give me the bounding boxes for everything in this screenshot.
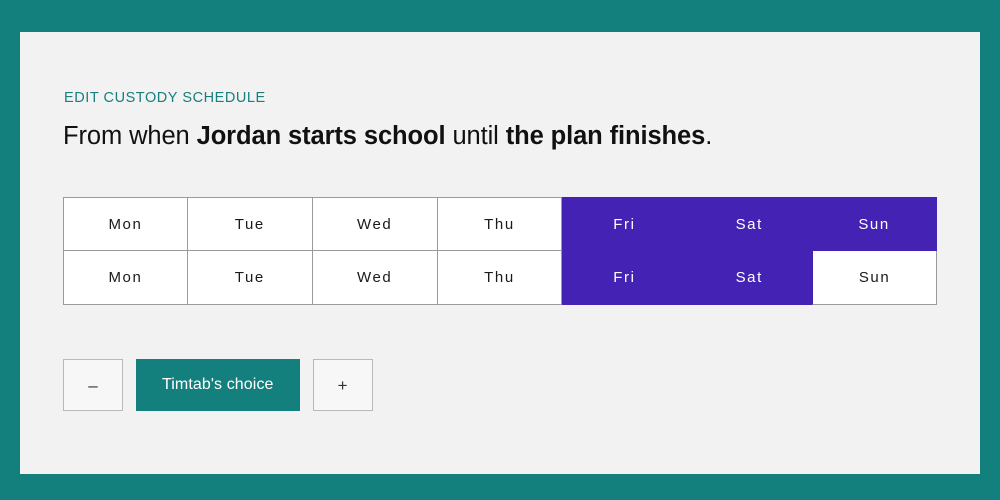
- custody-day-grid: Mon Tue Wed Thu Fri Sat Sun Mon Tue Wed Thu Fri Sat S…: [63, 197, 938, 305]
- headline-emphasis-end: the plan finishes: [505, 122, 706, 150]
- day-cell-fri[interactable]: Fri: [562, 251, 688, 305]
- day-grid-row: Mon Tue Wed Thu Fri Sat Sun: [63, 197, 938, 251]
- headline-text-2: until: [445, 122, 506, 150]
- day-cell-mon[interactable]: Mon: [63, 197, 188, 251]
- page-eyebrow-label: EDIT CUSTODY SCHEDULE: [64, 90, 266, 106]
- day-cell-sat[interactable]: Sat: [687, 251, 813, 305]
- headline-emphasis-start: Jordan starts school: [196, 122, 446, 150]
- app-root: EDIT CUSTODY SCHEDULE From when Jordan s…: [0, 0, 1000, 500]
- week-count-controls: – Timtab's choice +: [63, 359, 373, 411]
- page-title: From when Jordan starts school until the…: [63, 119, 712, 153]
- decrement-weeks-button[interactable]: –: [63, 359, 123, 411]
- headline-text-1: From when: [63, 122, 197, 150]
- day-cell-tue[interactable]: Tue: [187, 251, 313, 305]
- day-cell-tue[interactable]: Tue: [187, 197, 313, 251]
- day-cell-sun[interactable]: Sun: [812, 251, 938, 305]
- day-cell-fri[interactable]: Fri: [562, 197, 688, 251]
- timtabs-choice-button[interactable]: Timtab's choice: [136, 359, 300, 411]
- headline-text-3: .: [705, 122, 713, 150]
- schedule-card-panel: EDIT CUSTODY SCHEDULE From when Jordan s…: [20, 32, 980, 474]
- day-cell-thu[interactable]: Thu: [437, 251, 563, 305]
- day-cell-sat[interactable]: Sat: [687, 197, 813, 251]
- day-cell-mon[interactable]: Mon: [63, 251, 188, 305]
- day-cell-wed[interactable]: Wed: [312, 251, 438, 305]
- day-cell-sun[interactable]: Sun: [812, 197, 938, 251]
- day-cell-wed[interactable]: Wed: [312, 197, 438, 251]
- increment-weeks-button[interactable]: +: [312, 359, 373, 411]
- day-cell-thu[interactable]: Thu: [437, 197, 563, 251]
- day-grid-row: Mon Tue Wed Thu Fri Sat Sun: [63, 251, 938, 305]
